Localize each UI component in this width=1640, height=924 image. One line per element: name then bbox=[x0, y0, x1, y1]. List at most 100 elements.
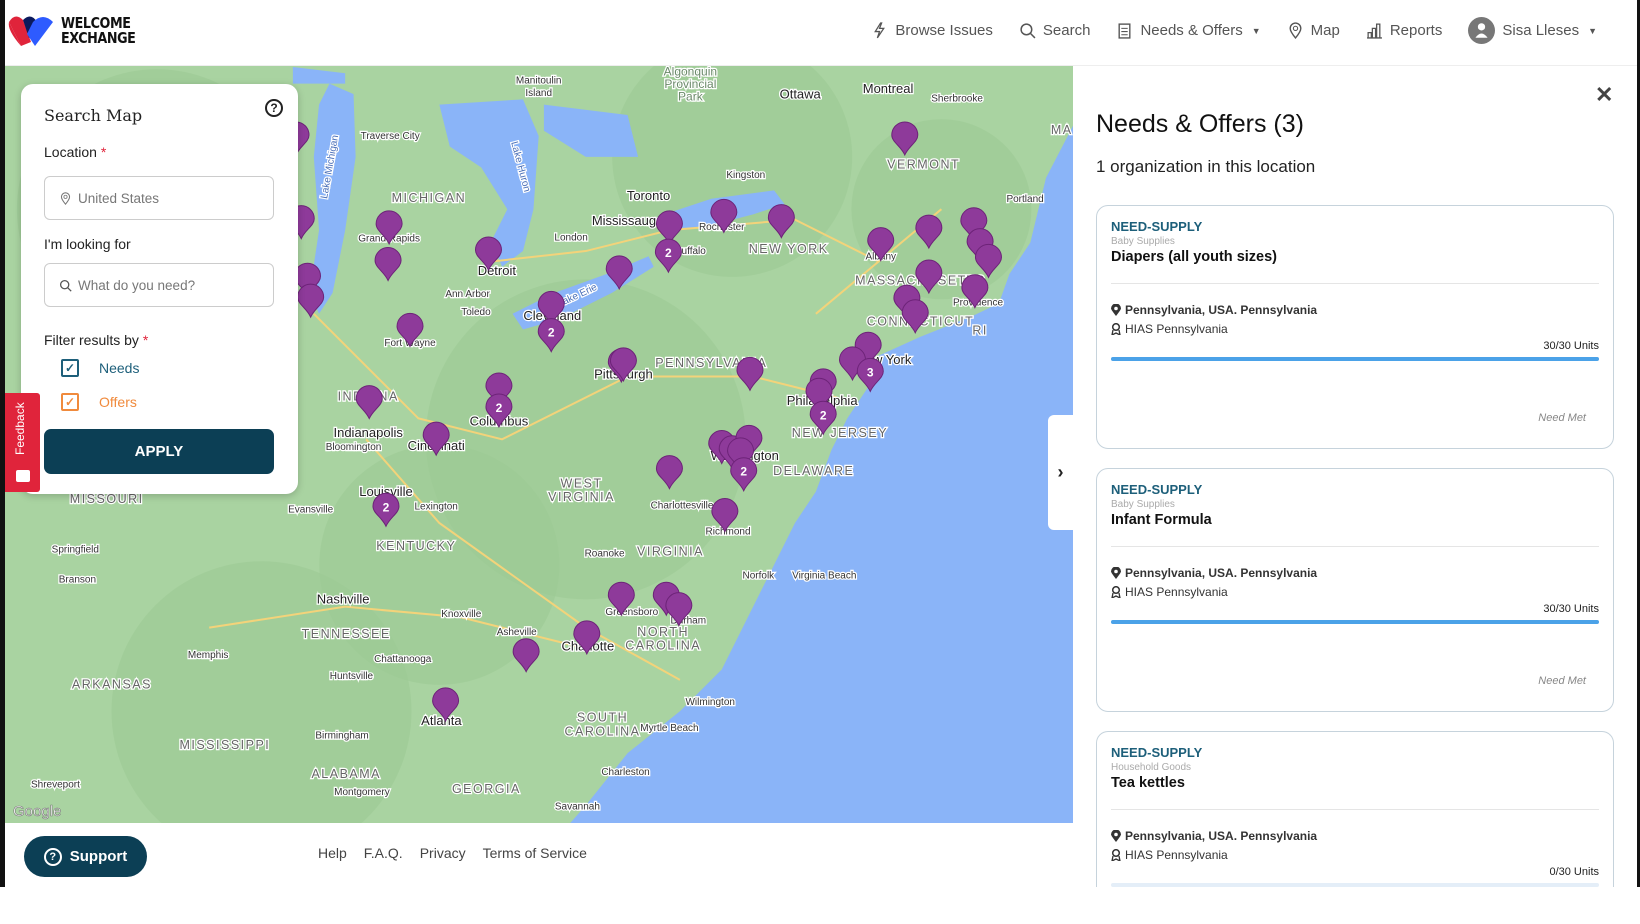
map-label: Toronto bbox=[627, 188, 670, 203]
close-icon[interactable]: ✕ bbox=[1595, 82, 1613, 108]
map-label: Indianapolis bbox=[333, 425, 403, 440]
nav-needs-offers[interactable]: Needs & Offers ▼ bbox=[1116, 22, 1261, 39]
user-menu[interactable]: Sisa Lleses ▼ bbox=[1468, 17, 1597, 44]
chevron-right-icon: › bbox=[1057, 462, 1064, 482]
map-marker-icon bbox=[1111, 830, 1121, 842]
map-label: NEW JERSEY bbox=[792, 426, 888, 440]
map-label: Mississauga bbox=[592, 213, 664, 228]
lake-superior bbox=[292, 66, 346, 84]
logo[interactable]: WELCOME EXCHANGE bbox=[7, 14, 149, 48]
map-label: Memphis bbox=[188, 650, 229, 661]
units-text: 30/30 Units bbox=[1543, 340, 1599, 352]
panel-subtitle: 1 organization in this location bbox=[1096, 157, 1316, 176]
location-text: Pennsylvania, USA. Pennsylvania bbox=[1125, 829, 1318, 843]
footer-link-faq[interactable]: F.A.Q. bbox=[364, 845, 403, 861]
feedback-icon bbox=[16, 470, 30, 482]
footer-link-help[interactable]: Help bbox=[318, 845, 347, 861]
checkbox-checked-icon[interactable]: ✓ bbox=[61, 359, 79, 377]
map-label: Kingston bbox=[726, 170, 765, 181]
map-marker[interactable] bbox=[512, 638, 540, 673]
nav-label: Needs & Offers bbox=[1140, 22, 1243, 39]
search-map-panel: Search Map ? Location * United States I'… bbox=[21, 84, 298, 494]
item-title: Infant Formula bbox=[1111, 512, 1212, 528]
help-icon[interactable]: ? bbox=[265, 99, 283, 117]
nav-browse-issues[interactable]: Browse Issues bbox=[871, 22, 993, 39]
map-label: Myrtle Beach bbox=[640, 723, 698, 734]
map-label: Park bbox=[678, 89, 704, 103]
map-label: Branson bbox=[59, 575, 96, 586]
map-label: Evansville bbox=[288, 505, 333, 516]
marker-pin-icon[interactable] bbox=[355, 385, 383, 420]
cluster-count: 2 bbox=[820, 408, 827, 422]
needs-offers-panel: ✕ Needs & Offers (3) 1 organization in t… bbox=[1073, 66, 1637, 887]
divider bbox=[1111, 546, 1599, 547]
map-pin-icon bbox=[60, 191, 71, 205]
cluster-marker[interactable]: 2 bbox=[654, 238, 682, 274]
map-label: Portland bbox=[1006, 194, 1043, 205]
item-location: Pennsylvania, USA. Pennsylvania bbox=[1111, 566, 1317, 580]
marker-pin-icon[interactable] bbox=[374, 247, 402, 282]
google-logo: Google bbox=[13, 803, 61, 820]
apply-button[interactable]: APPLY bbox=[44, 429, 274, 474]
expand-panel-button[interactable]: › bbox=[1048, 415, 1073, 530]
cluster-count: 2 bbox=[665, 246, 672, 260]
map-marker[interactable] bbox=[374, 247, 402, 282]
map-label: Nashville bbox=[317, 592, 370, 607]
item-type: NEED-SUPPLY bbox=[1111, 219, 1203, 234]
clipboard-icon bbox=[1118, 23, 1131, 39]
map-label: Knoxville bbox=[441, 609, 481, 620]
progress-fill bbox=[1111, 620, 1599, 624]
location-input[interactable]: United States bbox=[44, 176, 274, 220]
needs-checkbox[interactable]: ✓ Needs bbox=[61, 359, 139, 377]
support-button[interactable]: ? Support bbox=[24, 836, 147, 877]
map-label: Island bbox=[525, 88, 552, 99]
label-text: Location bbox=[44, 144, 97, 160]
map-label: Ottawa bbox=[780, 86, 822, 101]
map-label: MISSOURI bbox=[70, 492, 144, 506]
checkbox-label: Needs bbox=[99, 360, 140, 376]
map-label: Wilmington bbox=[685, 697, 734, 708]
award-icon bbox=[1111, 586, 1121, 598]
nav-label: Browse Issues bbox=[895, 22, 993, 39]
nav-reports[interactable]: Reports bbox=[1366, 22, 1442, 39]
map-label: DELAWARE bbox=[773, 464, 854, 478]
footer-links: Help F.A.Q. Privacy Terms of Service bbox=[318, 845, 587, 861]
map-marker[interactable] bbox=[736, 356, 764, 392]
progress-fill bbox=[1111, 357, 1599, 361]
map-marker[interactable] bbox=[355, 385, 383, 420]
map-label: NEW YORK bbox=[749, 242, 829, 256]
map-label: Traverse City bbox=[361, 131, 420, 142]
map-label: ALABAMA bbox=[311, 767, 381, 781]
panel-title: Needs & Offers (3) bbox=[1096, 110, 1304, 138]
avatar bbox=[1468, 17, 1496, 44]
feedback-tab[interactable]: Feedback bbox=[5, 393, 40, 492]
checkbox-checked-icon[interactable]: ✓ bbox=[61, 393, 79, 411]
map-label: Montreal bbox=[863, 81, 914, 96]
footer-link-terms[interactable]: Terms of Service bbox=[483, 845, 587, 861]
user-icon bbox=[1475, 23, 1488, 38]
map-label: Greensboro bbox=[605, 607, 658, 618]
footer-link-privacy[interactable]: Privacy bbox=[420, 845, 466, 861]
marker-pin-icon[interactable] bbox=[736, 356, 764, 392]
need-card[interactable]: NEED-SUPPLY Household Goods Tea kettles … bbox=[1096, 731, 1614, 887]
offers-checkbox[interactable]: ✓ Offers bbox=[61, 393, 137, 411]
marker-pin-icon[interactable] bbox=[512, 638, 540, 673]
caret-down-icon: ▼ bbox=[1588, 25, 1597, 36]
looking-for-input[interactable]: What do you need? bbox=[44, 263, 274, 307]
progress-bar bbox=[1111, 357, 1599, 361]
need-card[interactable]: NEED-SUPPLY Baby Supplies Diapers (all y… bbox=[1096, 205, 1614, 449]
user-name: Sisa Lleses bbox=[1502, 22, 1580, 39]
item-location: Pennsylvania, USA. Pennsylvania bbox=[1111, 303, 1317, 317]
nav-search[interactable]: Search bbox=[1019, 22, 1090, 39]
map-label: Bloomington bbox=[326, 442, 382, 453]
units-text: 0/30 Units bbox=[1549, 866, 1599, 878]
required-mark: * bbox=[100, 144, 107, 160]
item-type: NEED-SUPPLY bbox=[1111, 482, 1203, 497]
need-card[interactable]: NEED-SUPPLY Baby Supplies Infant Formula… bbox=[1096, 468, 1614, 712]
help-icon: ? bbox=[43, 847, 62, 866]
heart-logo-icon bbox=[8, 16, 53, 46]
main-nav: Browse Issues Search Needs & Offers ▼ Map… bbox=[871, 17, 1597, 44]
checkbox-label: Offers bbox=[99, 394, 137, 410]
map-label: Springfield bbox=[52, 544, 99, 555]
nav-map[interactable]: Map bbox=[1287, 22, 1340, 39]
